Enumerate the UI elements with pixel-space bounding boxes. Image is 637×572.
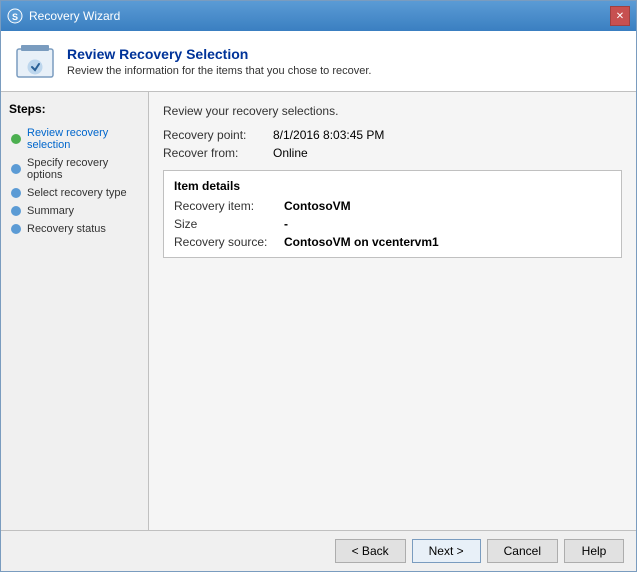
header-subtitle: Review the information for the items tha…: [67, 65, 371, 77]
header-title: Review Recovery Selection: [67, 46, 371, 62]
header-area: Review Recovery Selection Review the inf…: [1, 31, 636, 92]
sidebar-item-label-1: Review recovery selection: [27, 127, 138, 151]
review-intro: Review your recovery selections.: [163, 104, 622, 118]
help-button[interactable]: Help: [564, 539, 624, 563]
cancel-button[interactable]: Cancel: [487, 539, 558, 563]
next-button[interactable]: Next >: [412, 539, 481, 563]
recovery-point-value: 8/1/2016 8:03:45 PM: [273, 128, 622, 142]
sidebar-item-select-type[interactable]: Select recovery type: [9, 184, 140, 202]
step-dot-4: [11, 206, 21, 216]
step-dot-2: [11, 164, 21, 174]
step-dot-5: [11, 224, 21, 234]
recover-from-label: Recover from:: [163, 146, 273, 160]
window-title: Recovery Wizard: [29, 9, 120, 23]
recovery-source-label: Recovery source:: [174, 235, 284, 249]
sidebar-item-label-3: Select recovery type: [27, 187, 127, 199]
size-label: Size: [174, 217, 284, 231]
info-grid: Recovery point: 8/1/2016 8:03:45 PM Reco…: [163, 128, 622, 160]
sidebar: Steps: Review recovery selection Specify…: [1, 92, 149, 530]
svg-text:S: S: [12, 12, 18, 22]
sidebar-item-status[interactable]: Recovery status: [9, 220, 140, 238]
sidebar-item-specify[interactable]: Specify recovery options: [9, 154, 140, 184]
detail-grid: Recovery item: ContosoVM Size - Recovery…: [174, 199, 611, 249]
header-text: Review Recovery Selection Review the inf…: [67, 46, 371, 77]
header-icon: [15, 41, 55, 81]
recovery-point-label: Recovery point:: [163, 128, 273, 142]
title-bar: S Recovery Wizard ✕: [1, 1, 636, 31]
sidebar-item-label-5: Recovery status: [27, 223, 106, 235]
recovery-source-value: ContosoVM on vcentervm1: [284, 235, 611, 249]
recovery-item-label: Recovery item:: [174, 199, 284, 213]
sidebar-item-label-4: Summary: [27, 205, 74, 217]
title-bar-buttons: ✕: [610, 6, 630, 26]
recovery-item-value: ContosoVM: [284, 199, 611, 213]
back-button[interactable]: < Back: [335, 539, 406, 563]
title-bar-left: S Recovery Wizard: [7, 8, 120, 24]
footer: < Back Next > Cancel Help: [1, 530, 636, 571]
main-window: S Recovery Wizard ✕ Review Recovery Sele…: [0, 0, 637, 572]
size-value: -: [284, 217, 611, 231]
sidebar-item-label-2: Specify recovery options: [27, 157, 138, 181]
step-dot-1: [11, 134, 21, 144]
content-area: Steps: Review recovery selection Specify…: [1, 92, 636, 530]
sidebar-title: Steps:: [9, 102, 140, 116]
recover-from-value: Online: [273, 146, 622, 160]
close-button[interactable]: ✕: [610, 6, 630, 26]
step-dot-3: [11, 188, 21, 198]
item-details-box: Item details Recovery item: ContosoVM Si…: [163, 170, 622, 258]
item-details-title: Item details: [174, 179, 611, 193]
app-icon: S: [7, 8, 23, 24]
sidebar-item-summary[interactable]: Summary: [9, 202, 140, 220]
main-panel: Review your recovery selections. Recover…: [149, 92, 636, 530]
sidebar-item-review[interactable]: Review recovery selection: [9, 124, 140, 154]
